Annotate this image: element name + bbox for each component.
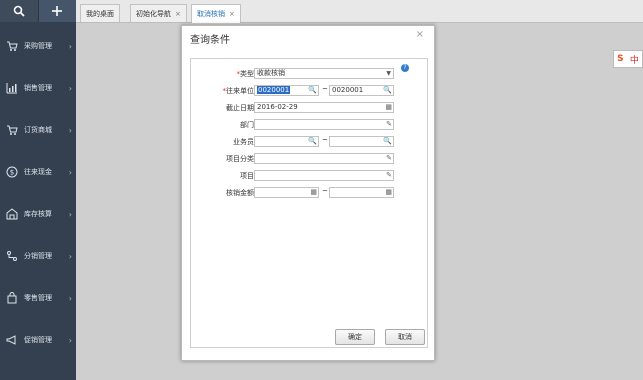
tab-label: 初始化导航 <box>136 9 171 18</box>
search-icon[interactable]: 🔍 <box>308 86 317 95</box>
tab-init-guide[interactable]: 初始化导航 × <box>130 4 187 22</box>
lookup-icon[interactable]: ✎ <box>386 171 392 180</box>
row-unit: *往来单位 0020001 🔍 ~ 0020001 🔍 <box>191 85 427 97</box>
unit-label: *往来单位 <box>222 87 255 95</box>
plus-icon <box>52 6 63 16</box>
sidebar-item-retail[interactable]: 零售管理 › <box>0 286 76 310</box>
ime-indicator[interactable]: S 中 <box>613 50 643 68</box>
currency-icon: $ <box>5 165 19 179</box>
query-form: *类型 收款核销 ▼ *往来单位 0020001 🔍 ~ 0020001 🔍 截… <box>190 58 428 348</box>
close-icon[interactable]: × <box>416 29 424 40</box>
range-separator: ~ <box>322 136 328 144</box>
amount-from-input[interactable]: ▦ <box>254 187 319 198</box>
calculator-icon[interactable]: ▦ <box>385 188 392 197</box>
unit-from-input[interactable]: 0020001 🔍 <box>254 85 319 96</box>
row-type: *类型 收款核销 ▼ <box>191 68 427 80</box>
chevron-right-icon: › <box>68 125 72 135</box>
sidebar-item-label: 往来现金 <box>24 168 52 176</box>
search-icon[interactable]: 🔍 <box>383 137 392 146</box>
sidebar-item-promotion[interactable]: 促销管理 › <box>0 328 76 352</box>
type-select[interactable]: 收款核销 ▼ <box>254 68 394 79</box>
sidebar: 采购管理 › 销售管理 › 订货商城 › $ 往来现金 › 库存核算 › 分销管… <box>0 0 76 380</box>
warehouse-icon <box>5 207 19 221</box>
row-project: 项目 ✎ <box>191 170 427 182</box>
unit-to-input[interactable]: 0020001 🔍 <box>329 85 394 96</box>
staff-to-input[interactable]: 🔍 <box>329 136 394 147</box>
tab-bar: 我的桌面 初始化导航 × 取消核销 × <box>76 0 643 23</box>
shop-cart-icon <box>5 123 19 137</box>
chevron-right-icon: › <box>68 167 72 177</box>
tab-cancel-writeoff[interactable]: 取消核销 × <box>191 4 241 23</box>
close-icon[interactable]: × <box>229 10 235 18</box>
sidebar-item-label: 库存核算 <box>24 210 52 218</box>
date-input[interactable]: 2016-02-29 ▦ <box>254 102 394 113</box>
sidebar-item-label: 促销管理 <box>24 336 52 344</box>
row-staff: 业务员 🔍 ~ 🔍 <box>191 136 427 148</box>
chevron-down-icon: ▼ <box>386 70 391 77</box>
row-project-category: 项目分类 ✎ <box>191 153 427 165</box>
row-date: 截止日期 2016-02-29 ▦ <box>191 102 427 114</box>
sidebar-item-label: 销售管理 <box>24 84 52 92</box>
tab-label: 取消核销 <box>197 10 225 18</box>
search-icon <box>13 5 25 17</box>
tab-desktop[interactable]: 我的桌面 <box>80 4 120 22</box>
close-icon[interactable]: × <box>175 10 181 18</box>
sidebar-item-label: 分销管理 <box>24 252 52 260</box>
lookup-icon[interactable]: ✎ <box>386 154 392 163</box>
cart-icon <box>5 39 19 53</box>
distribution-icon <box>5 249 19 263</box>
chevron-right-icon: › <box>68 251 72 261</box>
chevron-right-icon: › <box>68 41 72 51</box>
type-label: *类型 <box>236 70 255 78</box>
date-label: 截止日期 <box>226 104 254 112</box>
svg-text:$: $ <box>10 169 14 177</box>
staff-from-input[interactable]: 🔍 <box>254 136 319 147</box>
calendar-icon[interactable]: ▦ <box>385 103 392 112</box>
dept-label: 部门 <box>240 121 254 129</box>
sidebar-item-distribution[interactable]: 分销管理 › <box>0 244 76 268</box>
project-category-input[interactable]: ✎ <box>254 153 394 164</box>
search-icon[interactable]: 🔍 <box>308 137 317 146</box>
lookup-icon[interactable]: ✎ <box>386 120 392 129</box>
sidebar-item-purchase[interactable]: 采购管理 › <box>0 34 76 58</box>
project-label: 项目 <box>240 172 254 180</box>
range-separator: ~ <box>322 187 328 195</box>
sidebar-item-label: 采购管理 <box>24 42 52 50</box>
sidebar-item-label: 零售管理 <box>24 294 52 302</box>
sidebar-item-cash[interactable]: $ 往来现金 › <box>0 160 76 184</box>
staff-label: 业务员 <box>233 138 254 146</box>
row-dept: 部门 ✎ <box>191 119 427 131</box>
project-category-label: 项目分类 <box>226 155 254 163</box>
sidebar-item-inventory[interactable]: 库存核算 › <box>0 202 76 226</box>
query-dialog: 查询条件 × ? *类型 收款核销 ▼ *往来单位 0020001 🔍 ~ 00… <box>181 25 435 361</box>
megaphone-icon <box>5 333 19 347</box>
dept-input[interactable]: ✎ <box>254 119 394 130</box>
chevron-right-icon: › <box>68 209 72 219</box>
dialog-title: 查询条件 <box>190 35 230 46</box>
amount-label: 核销金额 <box>226 189 254 197</box>
chevron-right-icon: › <box>68 293 72 303</box>
row-amount: 核销金额 ▦ ~ ▦ <box>191 187 427 199</box>
search-button[interactable] <box>0 0 38 22</box>
sidebar-item-order-mall[interactable]: 订货商城 › <box>0 118 76 142</box>
add-button[interactable] <box>37 0 76 22</box>
ime-logo: S <box>617 54 624 64</box>
sidebar-item-sales[interactable]: 销售管理 › <box>0 76 76 100</box>
amount-to-input[interactable]: ▦ <box>329 187 394 198</box>
calculator-icon[interactable]: ▦ <box>310 188 317 197</box>
range-separator: ~ <box>322 85 328 93</box>
ok-button[interactable]: 确定 <box>335 329 375 345</box>
bag-icon <box>5 291 19 305</box>
ime-mode: 中 <box>629 55 639 66</box>
cancel-button[interactable]: 取消 <box>385 329 425 345</box>
chevron-right-icon: › <box>68 335 72 345</box>
tab-label: 我的桌面 <box>86 9 114 18</box>
chevron-right-icon: › <box>68 83 72 93</box>
project-input[interactable]: ✎ <box>254 170 394 181</box>
chart-icon <box>5 81 19 95</box>
search-icon[interactable]: 🔍 <box>383 86 392 95</box>
sidebar-item-label: 订货商城 <box>24 126 52 134</box>
